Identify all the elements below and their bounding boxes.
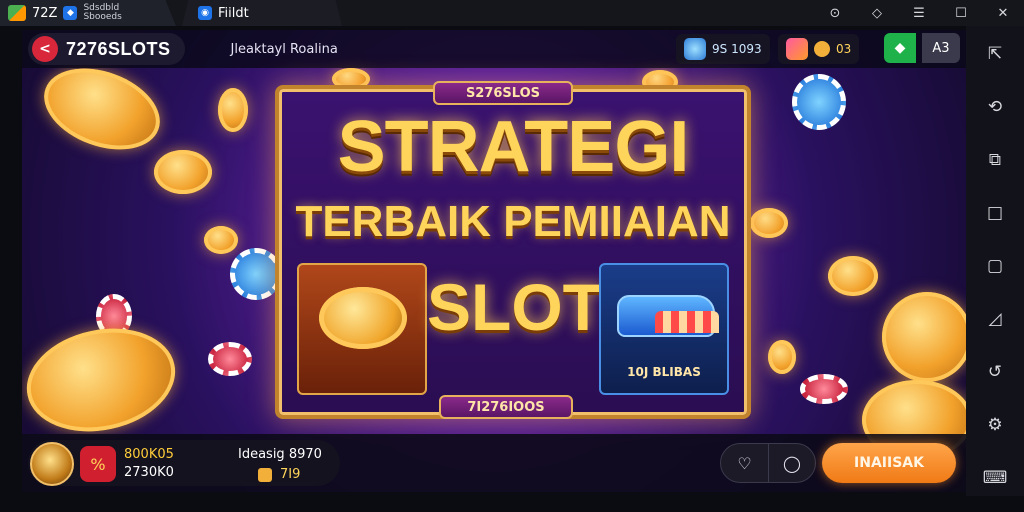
coin-decoration [750,208,788,238]
copy-icon[interactable]: ⧉ [975,142,1015,177]
brand-name: 7276SLOTS [66,38,171,59]
maximize-icon[interactable]: ☐ [940,0,982,26]
keyboard-icon[interactable]: ⌨ [975,461,1015,496]
header-subtitle: Jleaktayl Roalina [230,41,338,57]
share-icon[interactable]: ⇱ [975,36,1015,71]
location-icon[interactable]: ◇ [856,0,898,26]
coin-balance-primary: 800K05 [124,447,174,462]
coin-decoration [882,292,966,382]
avatar[interactable] [30,442,74,486]
emulator-sidebar: ⇱ ⟲ ⧉ □ ▢ ◿ ↺ ⚙ ⌨ [966,26,1024,496]
poker-chip-decoration [800,374,848,404]
poker-chip-decoration [208,342,252,376]
bottom-hud: % 800K05 2730K0 Ideasig 8970 7I9 ♡ ◯ INA… [22,434,966,492]
coin-decoration [154,150,212,194]
coin-decoration [828,256,878,296]
gem-icon [684,38,706,60]
tab-sub-line2: Sbooeds [83,12,122,22]
banner-bottom-tag: 7I276IOOS [439,395,573,419]
brand-pill: < 7276SLOTS [28,33,185,65]
tab-main-subtitle: Sdsdbld Sbooeds [83,4,121,22]
app-logo-icon [8,5,26,21]
banner-title-line3: SLOT [427,270,603,344]
coin-balance: 800K05 2730K0 [124,446,174,482]
app-window: 72Z ◆ Sdsdbld Sbooeds ◉ Fiildt ⊙ ◇ ☰ ☐ ✕ [0,0,1024,512]
square-icon[interactable]: □ [975,195,1015,230]
level-stat[interactable]: 03 [778,34,860,64]
triangle-icon[interactable]: ◿ [975,302,1015,337]
info-button[interactable]: ◯ [767,444,815,482]
balance-value: 9S 1093 [712,42,762,56]
car-roof [655,311,719,333]
thumbs-up-icon [258,468,272,482]
gift-icon [786,38,808,60]
close-icon[interactable]: ✕ [982,0,1024,26]
shield-outline-icon: ◯ [783,453,801,473]
banner-title-line2: TERBAIK PEMIIAIAN [295,197,731,246]
level-value: 03 [836,42,852,56]
prize-panel: 10J BLIBAS [599,263,729,395]
action-buttons: ♡ ◯ [720,443,816,483]
tab-main-label: 72Z [32,5,58,21]
back-button[interactable]: < [32,36,58,62]
game-viewport[interactable]: < 7276SLOTS Jleaktayl Roalina 9S 1093 03… [22,30,966,492]
coin-decoration [32,53,172,165]
car-icon [617,295,719,337]
coin-decoration [768,340,796,374]
settings-icon[interactable]: ⚙ [975,408,1015,443]
menu-icon[interactable]: ☰ [898,0,940,26]
tab-main[interactable]: 72Z ◆ Sdsdbld Sbooeds [0,0,176,26]
title-bar: 72Z ◆ Sdsdbld Sbooeds ◉ Fiildt ⊙ ◇ ☰ ☐ ✕ [0,0,1024,26]
coin-icon [814,41,830,57]
window-controls: ⊙ ◇ ☰ ☐ ✕ [814,0,1024,26]
tab-second-label: Fiildt [218,5,249,21]
banner-title-line1: STRATEGI [337,107,690,187]
coin-decoration [218,88,248,132]
slot-emblem-icon [319,287,407,349]
shield-icon[interactable]: ⊙ [814,0,856,26]
tab-second[interactable]: ◉ Fiildt [182,0,342,26]
coin-decoration [22,315,185,445]
browser-icon: ◉ [198,6,212,20]
prize-label: 10J BLIBAS [627,365,701,379]
rotate-icon[interactable]: ⟲ [975,89,1015,124]
deposit-row: 7I9 [238,466,322,484]
emblem-panel [297,263,427,395]
square-outline-icon[interactable]: ▢ [975,248,1015,283]
heart-icon: ♡ [737,453,752,473]
poker-chip-decoration [792,74,846,130]
diamond-icon[interactable]: ◆ [884,33,916,63]
banner-top-tag: S276SLOS [433,81,573,105]
deposit-value: 7I9 [280,467,301,482]
player-panel: % 800K05 2730K0 Ideasig 8970 7I9 [28,440,340,486]
ai-button[interactable]: A3 [922,33,960,63]
deposit-info: Ideasig 8970 7I9 [238,446,322,484]
bonus-icon[interactable]: % [80,446,116,482]
coin-balance-secondary: 2730K0 [124,465,174,480]
balance-stat[interactable]: 9S 1093 [676,34,770,64]
favorite-button[interactable]: ♡ [721,444,768,482]
deposit-label: Ideasig 8970 [238,447,322,462]
play-button[interactable]: INAIISAK [822,443,956,483]
coin-decoration [204,226,238,254]
refresh-icon[interactable]: ↺ [975,355,1015,390]
ai-toggle[interactable]: ◆ A3 [884,33,960,63]
promo-banner: S276SLOS STRATEGI TERBAIK PEMIIAIAN SLOT… [275,81,751,419]
game-icon: ◆ [63,6,78,20]
top-hud: < 7276SLOTS Jleaktayl Roalina 9S 1093 03… [22,30,966,68]
